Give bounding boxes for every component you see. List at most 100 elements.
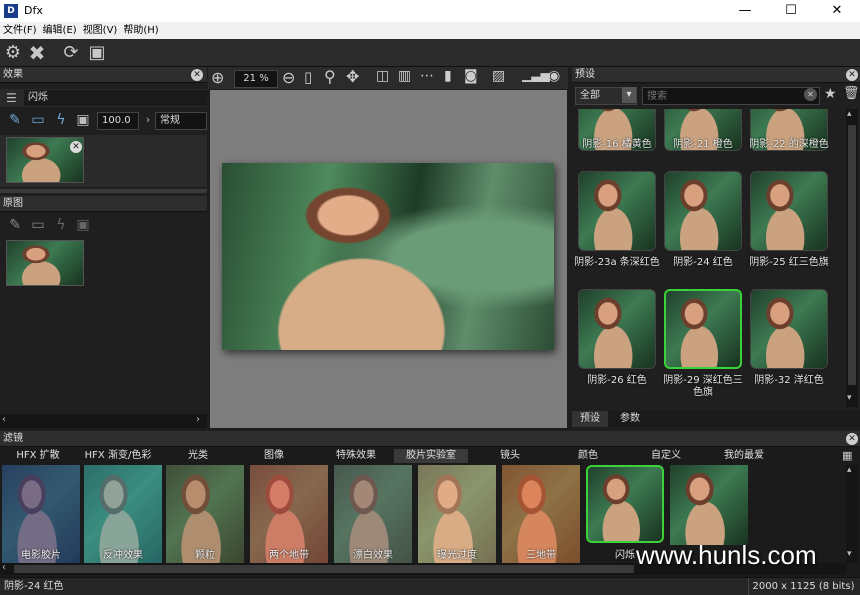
- menu-edit[interactable]: 编辑(E): [40, 22, 80, 39]
- image-icon[interactable]: ▨: [492, 68, 505, 84]
- split-view-icon[interactable]: ◫: [376, 68, 389, 84]
- filters-vertical-scrollbar[interactable]: ▴ ▾: [846, 465, 858, 563]
- page-icon[interactable]: ▮: [444, 68, 452, 84]
- filter-category-custom[interactable]: 自定义: [642, 449, 690, 463]
- filter-category-film-lab[interactable]: 胶片实验室: [394, 449, 468, 463]
- effect-name-field[interactable]: 闪烁: [24, 90, 207, 106]
- monitor-icon[interactable]: ▭: [29, 111, 47, 129]
- layers-icon: ☰: [6, 91, 17, 105]
- filter-thumbnail[interactable]: [166, 465, 244, 563]
- frame-icon[interactable]: ▣: [86, 42, 108, 64]
- magnifier-icon[interactable]: ⚲: [324, 67, 336, 86]
- close-presets-panel-icon[interactable]: ✕: [846, 69, 858, 81]
- preset-thumbnail[interactable]: [664, 171, 742, 251]
- cancel-x-icon[interactable]: ✖: [26, 42, 48, 64]
- blend-mode-select[interactable]: 常规: [155, 112, 207, 130]
- filter-category-special[interactable]: 特殊效果: [326, 449, 386, 463]
- scroll-thumb[interactable]: [14, 565, 634, 573]
- camera-icon[interactable]: ◙: [464, 68, 478, 84]
- mask-icon[interactable]: ▣: [74, 216, 92, 234]
- preset-thumbnail[interactable]: [578, 171, 656, 251]
- filter-label: 电影胶片: [21, 550, 61, 561]
- menu-view[interactable]: 视图(V): [80, 22, 121, 39]
- target-icon[interactable]: ◉: [548, 68, 560, 84]
- preset-label: 阴影-32 洋红色: [754, 375, 824, 386]
- scroll-thumb[interactable]: [848, 125, 856, 385]
- filter-thumbnail[interactable]: [418, 465, 496, 563]
- presets-vertical-scrollbar[interactable]: ▴ ▾: [846, 109, 858, 407]
- fit-icon[interactable]: ▯: [304, 68, 312, 86]
- preset-thumbnail-selected[interactable]: [664, 289, 742, 369]
- mask-icon[interactable]: ▣: [74, 111, 92, 129]
- dual-view-icon[interactable]: ⋯: [420, 68, 434, 84]
- star-icon[interactable]: ★: [824, 86, 837, 102]
- filter-thumbnail[interactable]: [84, 465, 162, 563]
- filter-thumbnail[interactable]: [250, 465, 328, 563]
- lightning-icon[interactable]: ϟ: [52, 111, 70, 129]
- filter-category-light[interactable]: 光类: [176, 449, 220, 463]
- filter-category-hfx-gradient[interactable]: HFX 渐变/色彩: [80, 449, 156, 463]
- scroll-left-icon[interactable]: ‹: [2, 562, 6, 573]
- remove-effect-icon[interactable]: ✕: [70, 141, 82, 153]
- filter-label: 曝光过度: [437, 550, 477, 561]
- main-photo[interactable]: [222, 163, 554, 350]
- preset-thumbnail[interactable]: [578, 289, 656, 369]
- scroll-left-icon[interactable]: ‹: [2, 414, 6, 425]
- filter-thumbnail-selected[interactable]: [586, 465, 664, 543]
- scroll-up-icon[interactable]: ▴: [847, 109, 852, 119]
- opacity-input[interactable]: 100.0: [97, 112, 139, 130]
- filter-thumbnail[interactable]: [670, 465, 748, 545]
- trash-icon[interactable]: 🗑: [843, 86, 860, 101]
- preset-search-input[interactable]: [642, 87, 820, 105]
- histogram-icon[interactable]: ▁▃▅: [522, 68, 550, 82]
- preset-thumbnail[interactable]: [750, 289, 828, 369]
- splitter[interactable]: [0, 189, 207, 193]
- effects-panel-title: 效果: [0, 67, 207, 83]
- zoom-in-icon[interactable]: ⊕: [211, 68, 224, 87]
- maximize-button[interactable]: ☐: [768, 0, 814, 22]
- close-effects-panel-icon[interactable]: ✕: [191, 69, 203, 81]
- zoom-level-field[interactable]: 21 %: [234, 70, 278, 88]
- refresh-icon[interactable]: ⟳: [60, 42, 82, 64]
- window-title: Dfx: [24, 4, 43, 17]
- scroll-right-icon[interactable]: ›: [196, 414, 200, 425]
- scroll-down-icon[interactable]: ▾: [847, 393, 852, 403]
- filter-label: 颗粒: [195, 550, 215, 561]
- title-bar: D Dfx — ☐ ✕: [0, 0, 860, 22]
- menu-help[interactable]: 帮助(H): [120, 22, 161, 39]
- tab-presets[interactable]: 预设: [572, 411, 608, 427]
- filter-thumbnail[interactable]: [334, 465, 412, 563]
- original-thumbnail[interactable]: [6, 240, 84, 286]
- edit-icon[interactable]: ✎: [6, 216, 24, 234]
- grid-view-icon[interactable]: ▦: [842, 449, 852, 462]
- filter-category-hfx-diffusion[interactable]: HFX 扩散: [8, 449, 68, 463]
- scroll-down-icon[interactable]: ▾: [847, 549, 852, 559]
- edit-icon[interactable]: ✎: [6, 111, 24, 129]
- minimize-button[interactable]: —: [722, 0, 768, 22]
- filter-thumbnail[interactable]: [502, 465, 580, 563]
- filter-category-color[interactable]: 颜色: [566, 449, 610, 463]
- settings-gear-icon[interactable]: ⚙: [2, 42, 24, 64]
- pan-icon[interactable]: ✥: [346, 67, 359, 86]
- zoom-out-icon[interactable]: ⊖: [282, 68, 295, 87]
- preset-thumbnail[interactable]: [750, 171, 828, 251]
- preset-label: 阴影-29 深红色三色旗: [663, 375, 743, 398]
- filter-category-favorites[interactable]: 我的最爱: [718, 449, 770, 463]
- filter-category-image[interactable]: 图像: [252, 449, 296, 463]
- viewer-toolbar: ⊕ 21 % ⊖ ▯ ⚲ ✥ ◫ ▥ ⋯ ▮ ◙ ▨ ▁▃▅ ◉: [208, 67, 568, 89]
- scroll-up-icon[interactable]: ▴: [847, 465, 852, 475]
- horizontal-scrollbar[interactable]: ‹ ›: [0, 414, 207, 428]
- monitor-icon[interactable]: ▭: [29, 216, 47, 234]
- close-filters-panel-icon[interactable]: ✕: [846, 433, 858, 445]
- close-window-button[interactable]: ✕: [814, 0, 860, 22]
- tab-parameters[interactable]: 参数: [612, 411, 648, 427]
- status-bar: 阴影-24 红色 2000 x 1125 (8 bits): [0, 577, 860, 595]
- lightning-icon[interactable]: ϟ: [52, 216, 70, 234]
- menu-file[interactable]: 文件(F): [0, 22, 40, 39]
- chevron-down-icon[interactable]: ▾: [622, 87, 636, 103]
- original-panel-title: 原图: [0, 196, 207, 212]
- filter-category-lens[interactable]: 镜头: [488, 449, 532, 463]
- side-by-side-icon[interactable]: ▥: [398, 68, 411, 84]
- clear-search-icon[interactable]: ✕: [804, 88, 817, 101]
- filter-thumbnail[interactable]: [2, 465, 80, 563]
